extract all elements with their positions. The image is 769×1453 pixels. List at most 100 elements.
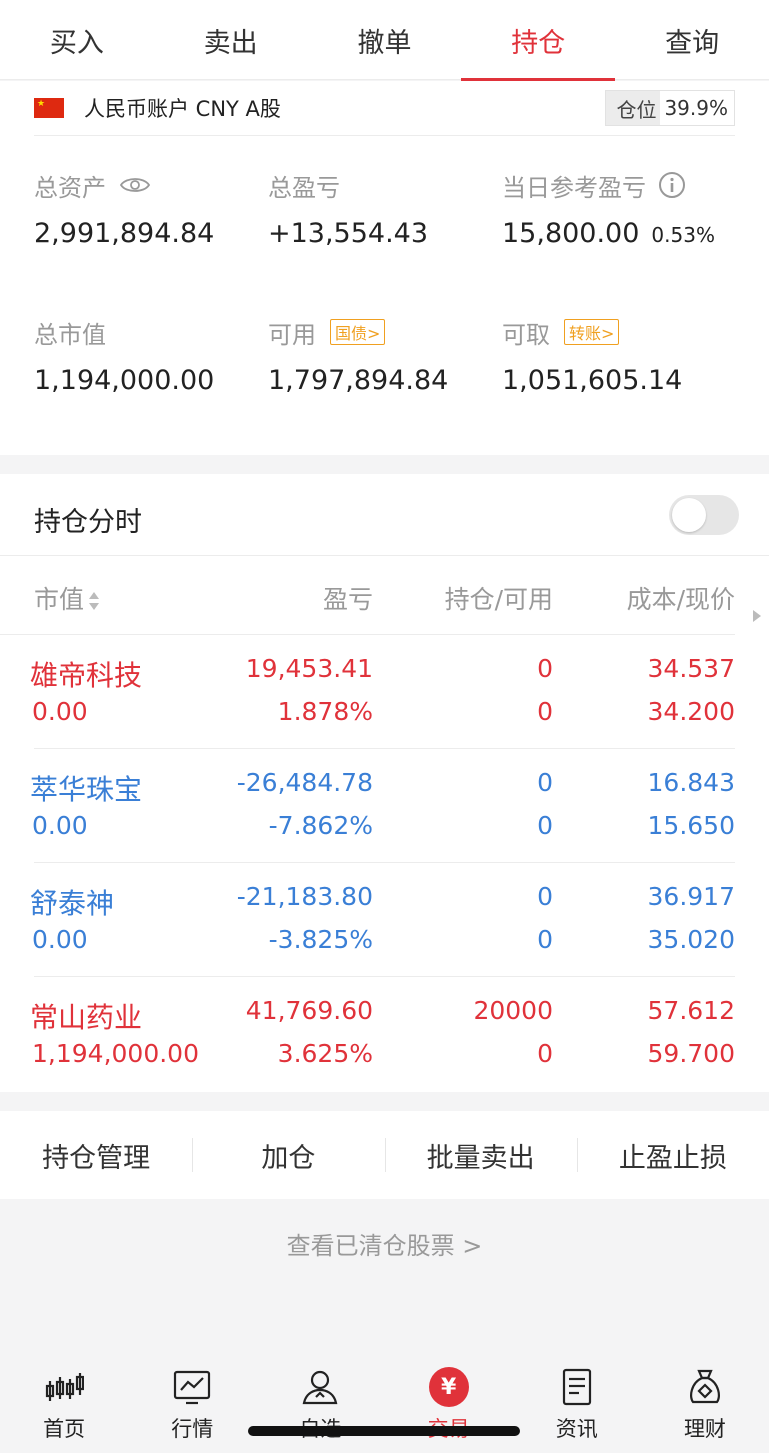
holding-cost: 57.612 bbox=[647, 996, 735, 1025]
column-market-value[interactable]: 市值 bbox=[34, 580, 100, 616]
eye-icon[interactable] bbox=[120, 175, 150, 195]
total-assets: 总资产 2,991,894.84 bbox=[34, 170, 215, 250]
nav-label: 理财 bbox=[683, 1417, 726, 1441]
holding-pl: 41,769.60 bbox=[245, 996, 373, 1025]
bottom-nav: 首页 行情 自选 ¥ 交易 bbox=[0, 1355, 769, 1453]
holding-pl-percent: 3.625% bbox=[277, 1039, 373, 1068]
tab-sell[interactable]: 卖出 bbox=[154, 0, 308, 80]
daily-pl: 当日参考盈亏 15,800.00 0.53% bbox=[502, 170, 715, 249]
nav-market[interactable]: 行情 bbox=[128, 1355, 256, 1453]
china-flag-icon bbox=[34, 98, 64, 118]
user-star-icon bbox=[303, 1370, 338, 1405]
column-qty: 持仓/可用 bbox=[444, 585, 553, 614]
position-value: 39.9% bbox=[664, 96, 728, 120]
total-pl-value: +13,554.43 bbox=[268, 218, 429, 249]
nav-label: 资讯 bbox=[555, 1417, 598, 1441]
holding-available: 0 bbox=[537, 697, 553, 726]
holding-available: 0 bbox=[537, 925, 553, 954]
market-value-label: 总市值 bbox=[34, 320, 106, 349]
yuan-icon: ¥ bbox=[428, 1367, 469, 1407]
daily-pl-label: 当日参考盈亏 bbox=[502, 173, 646, 202]
holding-cost: 16.843 bbox=[647, 768, 735, 797]
transfer-tag[interactable]: 转账> bbox=[564, 319, 620, 345]
nav-news[interactable]: 资讯 bbox=[513, 1355, 641, 1453]
withdrawable-funds: 可取 转账> 1,051,605.14 bbox=[502, 317, 682, 396]
tab-holdings[interactable]: 持仓 bbox=[461, 0, 615, 81]
holdings-timeline-label: 持仓分时 bbox=[34, 507, 142, 538]
manage-holdings-button[interactable]: 持仓管理 bbox=[0, 1136, 192, 1175]
tab-cancel-order[interactable]: 撤单 bbox=[308, 0, 462, 80]
holding-price: 59.700 bbox=[647, 1039, 735, 1068]
holding-market-value: 0.00 bbox=[32, 811, 88, 840]
available-label: 可用 bbox=[268, 320, 316, 349]
holding-row[interactable]: 萃华珠宝 0.00 -26,484.78 -7.862% 0 0 16.843 … bbox=[0, 750, 769, 864]
view-cleared-stocks-link[interactable]: 查看已清仓股票 > bbox=[0, 1226, 769, 1261]
nav-wealth[interactable]: 理财 bbox=[641, 1355, 769, 1453]
nav-watchlist[interactable]: 自选 bbox=[256, 1355, 384, 1453]
tab-buy[interactable]: 买入 bbox=[0, 0, 154, 80]
total-pl: 总盈亏 +13,554.43 bbox=[268, 170, 429, 250]
holding-price: 15.650 bbox=[647, 811, 735, 840]
home-indicator[interactable] bbox=[248, 1426, 520, 1436]
total-assets-label: 总资产 bbox=[34, 173, 106, 202]
document-icon bbox=[562, 1368, 591, 1406]
account-bar: 人民币账户 CNY A股 仓位 39.9% bbox=[0, 81, 769, 137]
available-value: 1,797,894.84 bbox=[268, 365, 449, 396]
holding-pl-percent: -7.862% bbox=[268, 811, 373, 840]
holding-qty: 0 bbox=[537, 768, 553, 797]
candlestick-icon bbox=[45, 1373, 85, 1401]
holdings-column-header: 市值 盈亏 持仓/可用 成本/现价 bbox=[0, 556, 769, 636]
column-price[interactable]: 成本/现价 bbox=[627, 580, 761, 622]
nav-home[interactable]: 首页 bbox=[0, 1355, 128, 1453]
asset-summary: 总资产 2,991,894.84 总盈亏 +13,554.43 当日参考盈亏 1… bbox=[0, 137, 769, 455]
position-label: 仓位 bbox=[606, 91, 661, 125]
holding-pl-percent: 1.878% bbox=[277, 697, 373, 726]
top-tabs: 买入 卖出 撤单 持仓 查询 bbox=[0, 0, 769, 81]
info-icon[interactable] bbox=[658, 171, 686, 199]
stock-name: 常山药业 bbox=[30, 1001, 143, 1034]
holding-row[interactable]: 雄帝科技 0.00 19,453.41 1.878% 0 0 34.537 34… bbox=[0, 636, 769, 750]
holding-qty: 0 bbox=[537, 654, 553, 683]
holdings-action-bar: 持仓管理 加仓 批量卖出 止盈止损 bbox=[0, 1111, 769, 1199]
holding-qty: 0 bbox=[537, 882, 553, 911]
batch-sell-button[interactable]: 批量卖出 bbox=[384, 1136, 577, 1175]
nav-label: 行情 bbox=[171, 1417, 214, 1441]
total-assets-value: 2,991,894.84 bbox=[34, 218, 215, 249]
take-profit-stop-loss-button[interactable]: 止盈止损 bbox=[576, 1136, 769, 1175]
chart-monitor-icon bbox=[174, 1370, 211, 1405]
position-ratio-badge: 仓位 39.9% bbox=[605, 90, 735, 126]
treasury-bond-tag[interactable]: 国债> bbox=[330, 319, 386, 345]
scroll-right-icon[interactable] bbox=[753, 610, 761, 622]
sort-icon[interactable] bbox=[88, 590, 100, 612]
daily-pl-percent: 0.53% bbox=[651, 223, 715, 247]
stock-name: 萃华珠宝 bbox=[30, 773, 143, 806]
nav-label: 首页 bbox=[43, 1417, 86, 1441]
holding-market-value: 0.00 bbox=[32, 697, 88, 726]
account-name[interactable]: 人民币账户 CNY A股 bbox=[84, 93, 281, 123]
daily-pl-value: 15,800.00 bbox=[502, 218, 640, 249]
holding-price: 35.020 bbox=[647, 925, 735, 954]
add-position-button[interactable]: 加仓 bbox=[192, 1136, 384, 1175]
holding-cost: 34.537 bbox=[647, 654, 735, 683]
holdings-timeline-toggle[interactable] bbox=[669, 495, 739, 535]
toggle-knob bbox=[672, 498, 706, 532]
holding-pl: 19,453.41 bbox=[245, 654, 373, 683]
holding-row[interactable]: 常山药业 1,194,000.00 41,769.60 3.625% 20000… bbox=[0, 978, 769, 1092]
available-funds: 可用 国债> 1,797,894.84 bbox=[268, 317, 448, 396]
holding-qty: 20000 bbox=[473, 996, 553, 1025]
holding-price: 34.200 bbox=[647, 697, 735, 726]
withdrawable-label: 可取 bbox=[502, 320, 550, 349]
tab-query[interactable]: 查询 bbox=[615, 0, 769, 80]
money-bag-icon bbox=[690, 1369, 720, 1404]
holding-available: 0 bbox=[537, 811, 553, 840]
holding-available: 0 bbox=[537, 1039, 553, 1068]
withdrawable-value: 1,051,605.14 bbox=[502, 365, 683, 396]
nav-trade[interactable]: ¥ 交易 bbox=[385, 1355, 513, 1453]
holdings-timeline-row: 持仓分时 bbox=[0, 474, 769, 556]
holding-pl: -21,183.80 bbox=[236, 882, 373, 911]
holdings-list: 雄帝科技 0.00 19,453.41 1.878% 0 0 34.537 34… bbox=[0, 636, 769, 1092]
total-pl-label: 总盈亏 bbox=[268, 173, 340, 202]
holding-row[interactable]: 舒泰神 0.00 -21,183.80 -3.825% 0 0 36.917 3… bbox=[0, 864, 769, 978]
column-pl: 盈亏 bbox=[322, 585, 373, 614]
stock-name: 舒泰神 bbox=[30, 887, 115, 920]
